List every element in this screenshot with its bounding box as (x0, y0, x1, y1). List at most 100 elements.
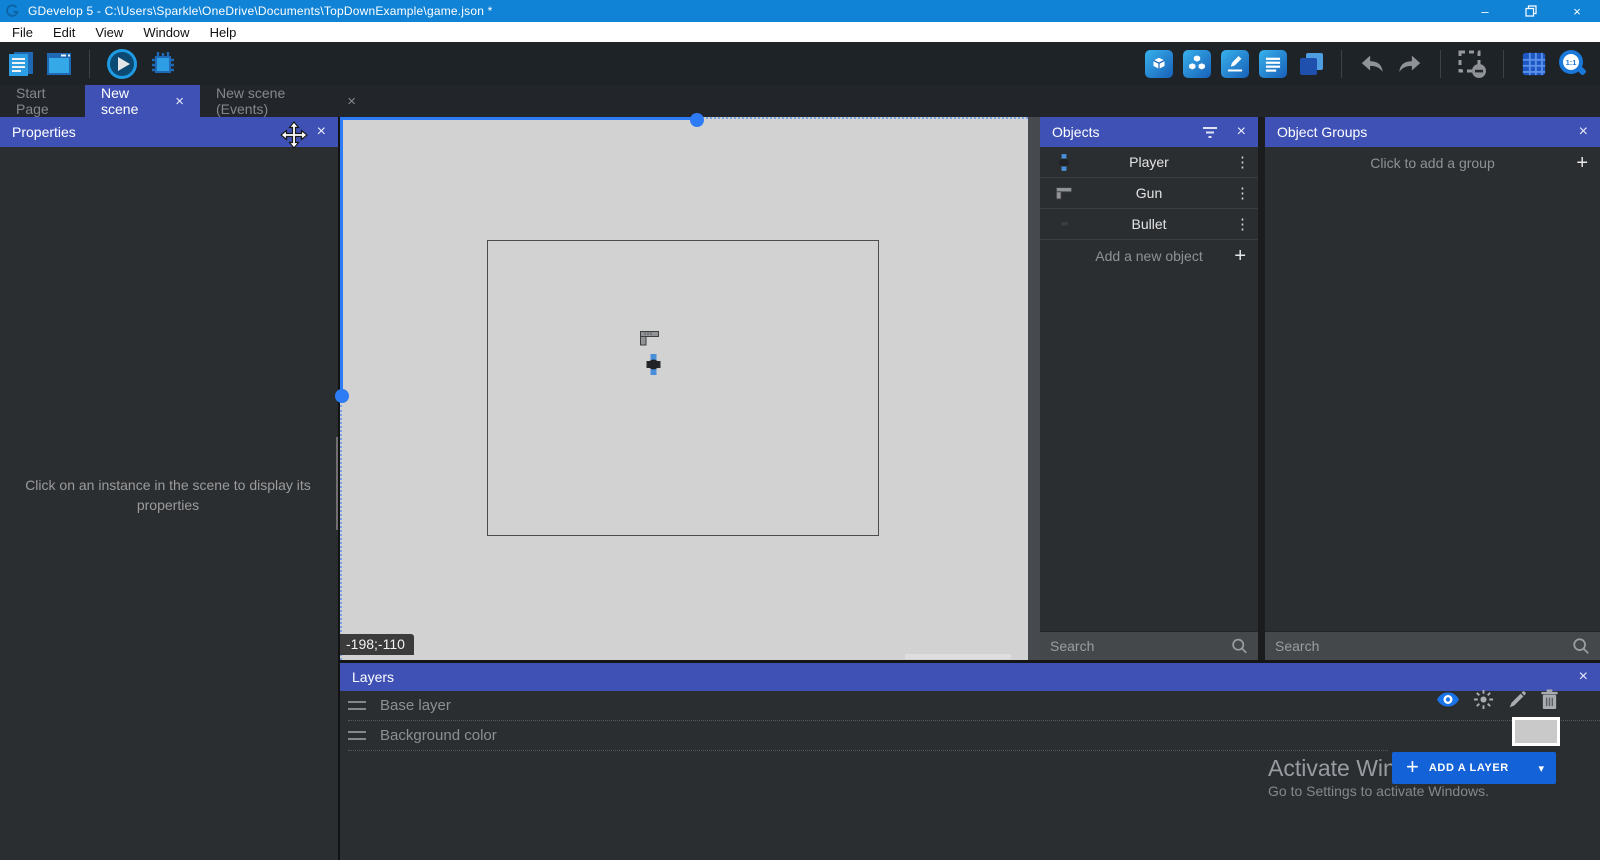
objects-panel-title: Objects (1052, 124, 1099, 140)
groups-search-input[interactable] (1275, 638, 1572, 654)
tab-close-icon[interactable]: × (175, 94, 184, 109)
gun-sprite-icon (640, 331, 659, 346)
layer-visibility-eye-icon[interactable] (1436, 691, 1460, 708)
add-group-row[interactable]: Click to add a group + (1265, 147, 1600, 178)
open-object-groups-panel-button[interactable] (1183, 50, 1211, 78)
move-cursor-icon (280, 121, 308, 149)
restore-icon (1525, 5, 1537, 17)
tab-label: Start Page (16, 85, 69, 117)
grid-icon (1521, 51, 1547, 77)
add-layer-button[interactable]: + ADD A LAYER ▾ (1392, 752, 1556, 784)
canvas-vscrollbar-dotted (340, 405, 342, 660)
gun-instance[interactable] (640, 331, 659, 351)
clear-selection-button[interactable] (1457, 49, 1487, 79)
preview-window-icon (45, 50, 73, 78)
menu-help[interactable]: Help (200, 25, 247, 40)
close-icon[interactable]: × (317, 124, 326, 140)
scene-canvas[interactable]: -198;-110 (340, 117, 1028, 660)
undo-button[interactable] (1358, 50, 1386, 78)
toolbar-separator (1440, 50, 1441, 78)
filter-icon[interactable] (1202, 125, 1218, 139)
plus-icon: + (1406, 754, 1419, 780)
open-layers-panel-button[interactable] (1297, 50, 1325, 78)
undo-icon (1359, 51, 1385, 77)
object-row-bullet[interactable]: Bullet ⋮ (1040, 209, 1258, 240)
play-icon (106, 48, 138, 80)
add-new-object-row[interactable]: Add a new object + (1040, 240, 1258, 271)
layers-panel-icon (1297, 50, 1325, 78)
zoom-original-button[interactable]: 1:1 (1558, 49, 1588, 79)
properties-panel-title: Properties (12, 124, 76, 140)
menu-view[interactable]: View (85, 25, 133, 40)
gun-thumbnail-icon (1054, 187, 1074, 200)
canvas-hscrollbar-thumb[interactable] (690, 113, 704, 127)
object-row-gun[interactable]: Gun ⋮ (1040, 178, 1258, 209)
objects-panel-header: Objects × (1040, 117, 1258, 147)
close-icon[interactable]: × (1579, 669, 1588, 685)
objects-panel-icon (1148, 53, 1170, 75)
play-preview-button[interactable] (106, 48, 138, 80)
open-objects-panel-button[interactable] (1145, 50, 1173, 78)
add-layer-button-label: ADD A LAYER (1429, 762, 1509, 774)
tab-label: New scene (101, 85, 161, 117)
edit-scene-properties-button[interactable] (1221, 50, 1249, 78)
scene-window-bounds (487, 240, 879, 536)
redo-button[interactable] (1396, 50, 1424, 78)
object-groups-panel-title: Object Groups (1277, 124, 1367, 140)
search-icon (1231, 637, 1248, 655)
tab-bar: Start Page New scene × New scene (Events… (0, 85, 1600, 117)
layer-effects-icon[interactable] (1473, 689, 1494, 710)
plus-icon: + (1576, 153, 1588, 173)
close-icon[interactable]: × (1237, 124, 1246, 140)
object-menu-kebab-icon[interactable]: ⋮ (1235, 184, 1250, 202)
cursor-coordinates-badge: -198;-110 (340, 634, 414, 655)
canvas-vscrollbar-thumb[interactable] (335, 389, 349, 403)
object-row-player[interactable]: Player ⋮ (1040, 147, 1258, 178)
layers-panel-title: Layers (352, 669, 394, 685)
debug-button[interactable] (148, 49, 178, 79)
groups-search-box (1265, 631, 1600, 660)
player-instance[interactable] (646, 354, 661, 380)
background-color-swatch[interactable] (1512, 717, 1560, 746)
close-icon: × (1573, 4, 1581, 19)
toolbar-separator (89, 50, 90, 78)
tab-new-scene-events[interactable]: New scene (Events) × (200, 85, 372, 117)
restore-button[interactable] (1508, 0, 1554, 22)
close-icon[interactable]: × (1579, 124, 1588, 140)
drag-handle-icon[interactable] (348, 701, 366, 710)
object-groups-panel-icon (1186, 53, 1208, 75)
tab-start-page[interactable]: Start Page (0, 85, 85, 117)
tab-close-icon[interactable]: × (347, 94, 356, 109)
menu-window[interactable]: Window (133, 25, 199, 40)
layer-row-base[interactable]: Base layer (340, 691, 1600, 720)
debug-icon (148, 49, 178, 79)
deselect-icon (1457, 49, 1487, 79)
drag-handle-icon[interactable] (348, 731, 366, 740)
player-thumbnail-icon (1054, 154, 1074, 171)
object-menu-kebab-icon[interactable]: ⋮ (1235, 215, 1250, 233)
activate-windows-watermark-subtext: Go to Settings to activate Windows. (1268, 783, 1489, 799)
project-manager-button[interactable] (7, 50, 35, 78)
zoom-1to1-label: 1:1 (1566, 58, 1577, 67)
caret-down-icon[interactable]: ▾ (1538, 762, 1544, 775)
menu-edit[interactable]: Edit (43, 25, 85, 40)
layer-delete-trash-icon[interactable] (1540, 689, 1559, 710)
minimize-button[interactable]: – (1462, 0, 1508, 22)
panel-divider[interactable] (1028, 117, 1040, 660)
tab-new-scene[interactable]: New scene × (85, 85, 200, 117)
object-groups-panel: Object Groups × Click to add a group + (1265, 117, 1600, 660)
objects-search-input[interactable] (1050, 638, 1231, 654)
preview-window-button[interactable] (45, 50, 73, 78)
open-instances-list-button[interactable] (1259, 50, 1287, 78)
properties-empty-message: Click on an instance in the scene to dis… (18, 475, 318, 515)
toggle-grid-button[interactable] (1520, 50, 1548, 78)
layer-row-background-color[interactable]: Background color (340, 721, 1600, 750)
menu-file[interactable]: File (2, 25, 43, 40)
layers-panel: Layers × Base layer (340, 663, 1600, 860)
minimize-icon: – (1481, 4, 1488, 19)
object-menu-kebab-icon[interactable]: ⋮ (1235, 153, 1250, 171)
canvas-bottom-scroll-piece (905, 654, 1011, 659)
layer-edit-pencil-icon[interactable] (1507, 690, 1527, 710)
project-manager-icon (7, 50, 35, 78)
close-window-button[interactable]: × (1554, 0, 1600, 22)
